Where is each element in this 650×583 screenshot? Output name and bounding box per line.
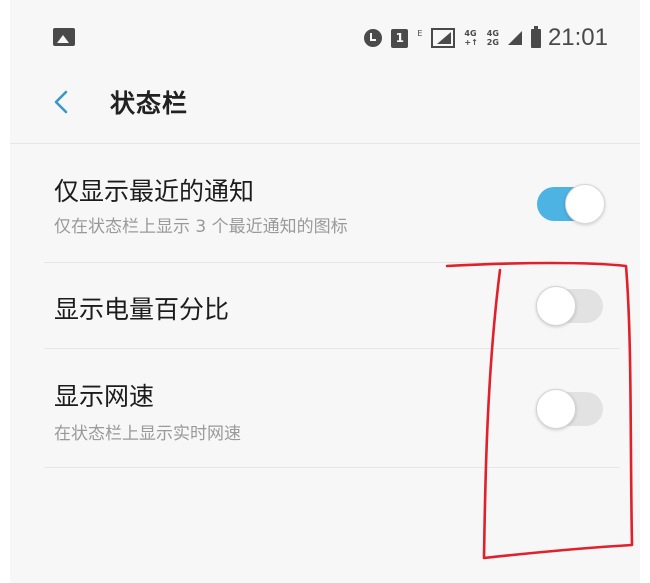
setting-row-battery-percentage[interactable]: 显示电量百分比 xyxy=(10,263,640,348)
data-type-label: E xyxy=(417,28,423,38)
network-4g-icon: 4G +↑ xyxy=(464,29,477,47)
sim-icon: 1 xyxy=(391,28,409,48)
app-header: 状态栏 xyxy=(10,72,640,132)
toggle-thumb xyxy=(565,184,605,224)
network-bottom-label: 4G xyxy=(486,29,499,38)
toggle-thumb xyxy=(536,286,576,326)
signal-bars-icon xyxy=(507,31,522,45)
setting-subtitle: 在状态栏上显示实时网速 xyxy=(54,424,241,444)
signal-icon xyxy=(431,28,456,48)
toggle-thumb xyxy=(536,389,576,429)
network-top-label: 4G xyxy=(464,29,477,38)
setting-title: 仅显示最近的通知 xyxy=(54,177,255,206)
status-time: 21:01 xyxy=(547,24,608,51)
network-speed-toggle[interactable] xyxy=(536,389,603,429)
settings-screen: 1 E 4G +↑ 4G 2G 21:01 状态栏 仅显示最近的通知 仅在状态栏… xyxy=(10,0,640,583)
page-title: 状态栏 xyxy=(110,89,189,118)
list-divider xyxy=(44,467,620,468)
setting-row-network-speed[interactable]: 显示网速 在状态栏上显示实时网速 xyxy=(10,349,640,467)
setting-subtitle: 仅在状态栏上显示 3 个最近通知的图标 xyxy=(54,217,348,237)
setting-row-recent-notifications[interactable]: 仅显示最近的通知 仅在状态栏上显示 3 个最近通知的图标 xyxy=(10,144,640,262)
setting-title: 显示电量百分比 xyxy=(54,295,230,324)
status-bar: 1 E 4G +↑ 4G 2G 21:01 xyxy=(10,18,640,58)
status-icons: 1 E 4G +↑ 4G 2G 21:01 xyxy=(364,24,608,52)
alarm-icon xyxy=(364,29,383,47)
sim-slot-label: 1 xyxy=(395,31,404,45)
screenshot-frame: 1 E 4G +↑ 4G 2G 21:01 状态栏 仅显示最近的通知 仅在状态栏… xyxy=(0,0,650,583)
recent-notifications-toggle[interactable] xyxy=(537,184,605,224)
gallery-icon xyxy=(53,28,75,46)
chevron-left-icon[interactable] xyxy=(48,88,76,116)
setting-title: 显示网速 xyxy=(54,382,155,411)
network-sub-b-label: 2G xyxy=(486,38,499,47)
network-2g-icon: 4G 2G xyxy=(487,29,499,47)
network-sub-a-label: +↑ xyxy=(464,38,478,47)
battery-icon xyxy=(530,25,541,48)
battery-percentage-toggle[interactable] xyxy=(536,286,603,326)
